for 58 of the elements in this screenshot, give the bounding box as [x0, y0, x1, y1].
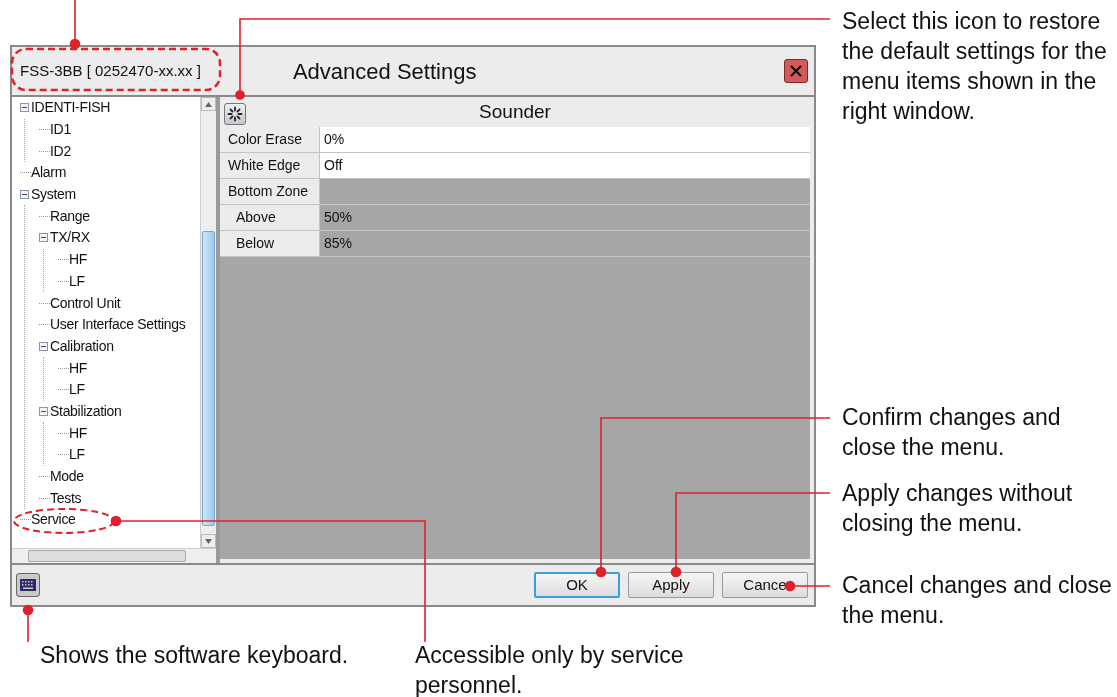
tree-item[interactable]: LF: [69, 444, 85, 466]
callout-text: Shows the software keyboard.: [40, 641, 350, 670]
tree-item[interactable]: IDENTI-FISH: [31, 97, 111, 119]
tree-item[interactable]: TX/RX: [50, 227, 90, 249]
close-icon: [789, 64, 803, 78]
tree-item[interactable]: User Interface Settings: [50, 314, 186, 336]
collapse-toggle-icon[interactable]: [39, 233, 48, 243]
tree-item[interactable]: ID2: [50, 140, 71, 162]
model-label: FSS-3BB [ 0252470-xx.xx ]: [20, 60, 201, 81]
tree-item[interactable]: HF: [69, 249, 88, 271]
tree-item[interactable]: Calibration: [50, 335, 114, 357]
vertical-scrollbar[interactable]: [200, 97, 216, 548]
window-title: Advanced Settings: [292, 57, 477, 86]
keyboard-icon: [20, 579, 36, 591]
setting-label: Bottom Zone: [220, 179, 320, 204]
callout-text: Cancel changes and close the menu.: [842, 571, 1112, 630]
tree-item[interactable]: HF: [69, 422, 88, 444]
dialog-button[interactable]: Cance: [722, 572, 808, 598]
callout-text: Confirm changes and close the menu.: [842, 403, 1062, 462]
reset-button[interactable]: [224, 103, 246, 125]
tree-item[interactable]: LF: [69, 270, 85, 292]
scroll-up-icon[interactable]: [205, 101, 212, 107]
collapse-toggle-icon[interactable]: [20, 190, 29, 200]
tree-item[interactable]: HF: [69, 357, 88, 379]
dialog-button[interactable]: Apply: [628, 572, 714, 598]
dialog-button[interactable]: OK: [534, 572, 620, 598]
setting-label: Color Erase: [220, 127, 320, 152]
tree-item[interactable]: Control Unit: [50, 292, 121, 314]
collapse-toggle-icon[interactable]: [39, 406, 48, 416]
close-button[interactable]: [784, 59, 808, 83]
collapse-toggle-icon[interactable]: [39, 341, 48, 351]
setting-value[interactable]: 0%: [320, 127, 810, 152]
tree-item[interactable]: System: [31, 184, 76, 206]
horizontal-scrollbar[interactable]: [12, 548, 216, 563]
collapse-toggle-icon[interactable]: [20, 103, 29, 113]
tree-item[interactable]: Alarm: [31, 162, 67, 184]
tree-item[interactable]: ID1: [50, 119, 71, 141]
tree-item[interactable]: Range: [50, 205, 90, 227]
tree-item[interactable]: LF: [69, 379, 85, 401]
tree-item[interactable]: Tests: [50, 487, 82, 509]
setting-value[interactable]: Off: [320, 153, 810, 178]
setting-label: Below: [220, 231, 320, 256]
keyboard-button[interactable]: [16, 573, 40, 597]
leader-line: [784, 580, 831, 592]
spinner-icon: [227, 106, 243, 122]
callout-text: Apply changes without closing the menu.: [842, 479, 1074, 538]
scroll-thumb[interactable]: [28, 550, 186, 562]
leader-line: [22, 604, 34, 643]
setting-label: Above: [220, 205, 320, 230]
callout-text: Select this icon to restore the default settings for the menu items shown in the right window.: [842, 7, 1108, 126]
tree-item[interactable]: Stabilization: [50, 400, 122, 422]
leader-line: [69, 0, 81, 50]
setting-label: White Edge: [220, 153, 320, 178]
callout-text: Accessible only by service personnel.: [415, 641, 685, 697]
panel-title: Sounder: [479, 99, 551, 124]
scroll-thumb[interactable]: [202, 231, 215, 526]
tree-item[interactable]: Mode: [50, 466, 84, 488]
scroll-down-icon[interactable]: [205, 538, 212, 544]
